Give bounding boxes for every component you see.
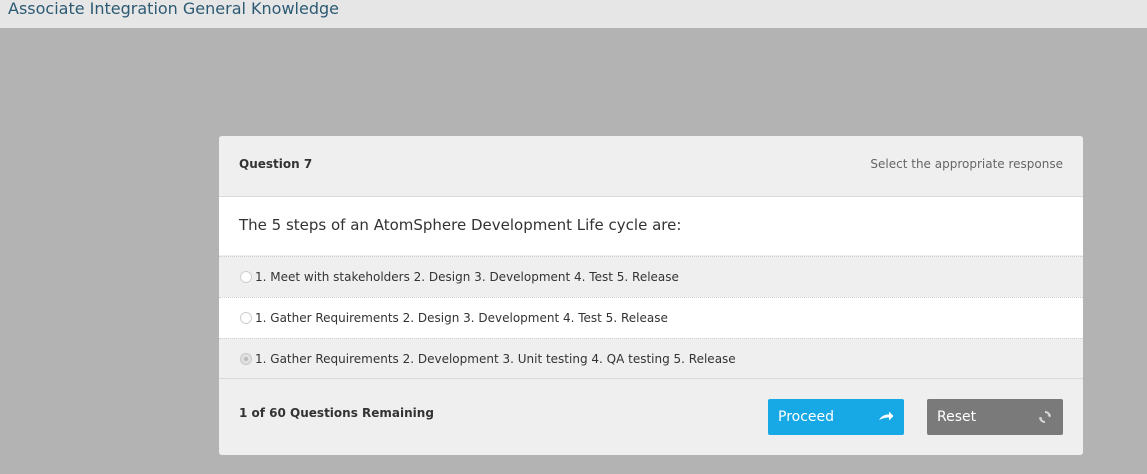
answer-label: 1. Meet with stakeholders 2. Design 3. D… [255, 270, 679, 284]
radio-button-selected[interactable] [240, 353, 252, 365]
reset-label: Reset [937, 409, 977, 425]
card-footer: 1 of 60 Questions Remaining Proceed Rese… [219, 378, 1083, 455]
refresh-icon [1037, 409, 1053, 425]
question-number: Question 7 [239, 157, 313, 171]
reset-button[interactable]: Reset [927, 399, 1063, 435]
question-card: Question 7 Select the appropriate respon… [219, 136, 1083, 455]
answer-option-2[interactable]: 1. Gather Requirements 2. Design 3. Deve… [219, 297, 1083, 338]
radio-button[interactable] [240, 271, 252, 283]
proceed-label: Proceed [778, 409, 835, 425]
proceed-button[interactable]: Proceed [768, 399, 904, 435]
questions-remaining: 1 of 60 Questions Remaining [239, 406, 434, 420]
answer-option-3[interactable]: 1. Gather Requirements 2. Development 3.… [219, 338, 1083, 379]
question-instruction: Select the appropriate response [870, 157, 1063, 171]
question-text: The 5 steps of an AtomSphere Development… [239, 216, 682, 234]
answer-list: 1. Meet with stakeholders 2. Design 3. D… [219, 256, 1083, 379]
answer-option-1[interactable]: 1. Meet with stakeholders 2. Design 3. D… [219, 256, 1083, 297]
top-bar: Associate Integration General Knowledge [0, 0, 1147, 28]
card-header: Question 7 Select the appropriate respon… [219, 136, 1083, 197]
question-box: The 5 steps of an AtomSphere Development… [219, 197, 1083, 255]
answer-label: 1. Gather Requirements 2. Development 3.… [255, 352, 736, 366]
answer-label: 1. Gather Requirements 2. Design 3. Deve… [255, 311, 668, 325]
app-title: Associate Integration General Knowledge [8, 0, 339, 18]
radio-button[interactable] [240, 312, 252, 324]
arrow-right-icon [878, 409, 894, 425]
